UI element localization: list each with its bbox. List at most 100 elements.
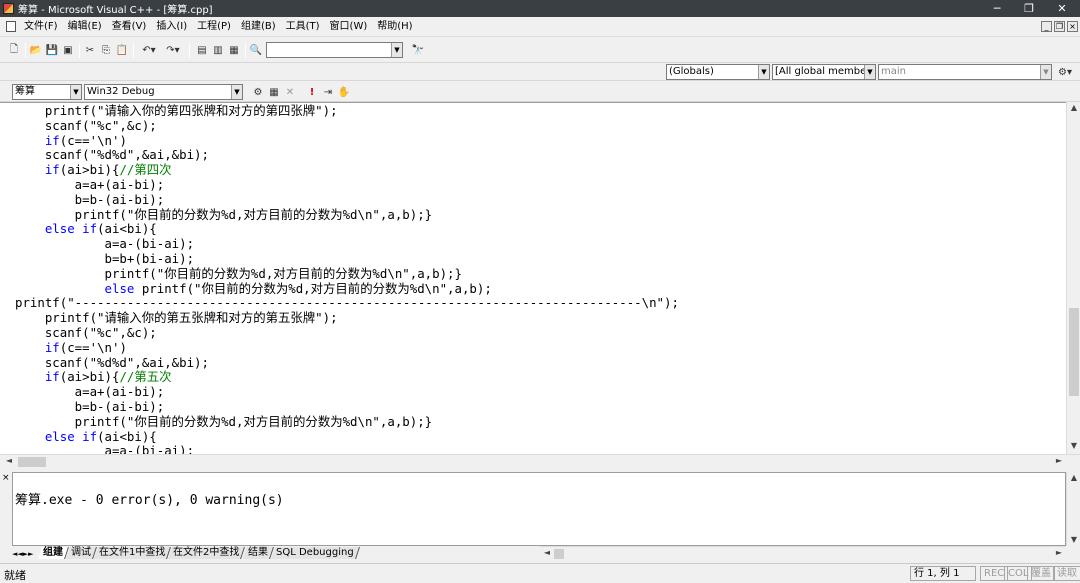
chevron-down-icon[interactable]: ▼ bbox=[1040, 65, 1051, 79]
code-text[interactable]: printf("请输入你的第四张牌和对方的第四张牌"); scanf("%c",… bbox=[15, 103, 679, 454]
save-icon[interactable]: 💾 bbox=[44, 42, 60, 58]
code-line[interactable]: printf("请输入你的第五张牌和对方的第五张牌"); bbox=[15, 310, 679, 326]
code-line[interactable]: if(ai>bi){//第四次 bbox=[15, 162, 679, 178]
code-line[interactable]: b=b-(ai-bi); bbox=[15, 192, 679, 208]
mdi-close-button[interactable]: × bbox=[1067, 21, 1078, 32]
code-line[interactable]: scanf("%d%d",&ai,&bi); bbox=[15, 355, 679, 371]
code-line[interactable]: if(c=='\n') bbox=[15, 340, 679, 356]
paste-icon[interactable]: 📋 bbox=[114, 42, 130, 58]
execute-icon[interactable]: ! bbox=[304, 84, 320, 100]
scroll-up-icon[interactable]: ▲ bbox=[1067, 472, 1080, 484]
menu-insert[interactable]: 插入(I) bbox=[151, 18, 192, 36]
code-line[interactable]: printf("--------------------------------… bbox=[15, 295, 679, 311]
wizard-action-icon[interactable]: ⚙▾ bbox=[1054, 64, 1076, 80]
menu-file[interactable]: 文件(F) bbox=[19, 18, 63, 36]
close-button[interactable]: ✕ bbox=[1047, 0, 1077, 17]
code-line[interactable]: else printf("你目前的分数为%d,对方目前的分数为%d\n",a,b… bbox=[15, 281, 679, 297]
undo-icon[interactable]: ↶▾ bbox=[138, 42, 160, 58]
find-icon[interactable]: 🔭 bbox=[410, 42, 426, 58]
chevron-down-icon[interactable]: ▼ bbox=[231, 85, 242, 99]
code-line[interactable]: scanf("%c",&c); bbox=[15, 325, 679, 341]
scroll-left-icon[interactable]: ◄ bbox=[2, 455, 16, 467]
code-line[interactable]: a=a-(bi-ai); bbox=[15, 236, 679, 252]
tab-build[interactable]: 组建 bbox=[38, 547, 69, 559]
scrollbar-thumb[interactable] bbox=[18, 457, 46, 467]
output-vertical-scrollbar[interactable]: ▲ ▼ bbox=[1066, 472, 1080, 546]
document-icon[interactable] bbox=[6, 21, 16, 32]
mdi-minimize-button[interactable]: _ bbox=[1041, 21, 1052, 32]
scrollbar-thumb[interactable] bbox=[1069, 308, 1079, 396]
cut-icon[interactable]: ✂ bbox=[82, 42, 98, 58]
scroll-right-icon[interactable]: ► bbox=[1052, 547, 1066, 559]
code-line[interactable]: printf("你目前的分数为%d,对方目前的分数为%d\n",a,b);} bbox=[15, 266, 679, 282]
tab-scroll-arrows[interactable]: ◄◄►► bbox=[12, 548, 40, 560]
scroll-down-icon[interactable]: ▼ bbox=[1067, 440, 1080, 452]
code-line[interactable]: printf("你目前的分数为%d,对方目前的分数为%d\n",a,b);} bbox=[15, 207, 679, 223]
chevron-down-icon[interactable]: ▼ bbox=[758, 65, 769, 79]
tab-results[interactable]: 结果 bbox=[242, 547, 274, 559]
code-line[interactable]: b=b+(bi-ai); bbox=[15, 251, 679, 267]
go-icon[interactable]: ⇥ bbox=[320, 84, 336, 100]
menu-build[interactable]: 组建(B) bbox=[236, 18, 281, 36]
open-folder-icon[interactable]: 📂 bbox=[28, 42, 44, 58]
scroll-up-icon[interactable]: ▲ bbox=[1067, 102, 1080, 114]
menu-help[interactable]: 帮助(H) bbox=[372, 18, 417, 36]
build-icon[interactable]: ▦ bbox=[266, 84, 282, 100]
menu-view[interactable]: 查看(V) bbox=[107, 18, 152, 36]
output-window[interactable]: 筹算.exe - 0 error(s), 0 warning(s) bbox=[12, 472, 1066, 546]
menu-edit[interactable]: 编辑(E) bbox=[63, 18, 107, 36]
code-line[interactable]: a=a+(ai-bi); bbox=[15, 177, 679, 193]
scrollbar-thumb[interactable] bbox=[554, 549, 564, 559]
chevron-down-icon[interactable]: ▼ bbox=[391, 43, 402, 57]
code-line[interactable]: printf("你目前的分数为%d,对方目前的分数为%d\n",a,b);} bbox=[15, 414, 679, 430]
new-file-icon[interactable]: 🗋 bbox=[6, 42, 22, 58]
project-combo[interactable]: 筹算 ▼ bbox=[12, 84, 82, 100]
code-line[interactable]: printf("请输入你的第四张牌和对方的第四张牌"); bbox=[15, 103, 679, 119]
output-horizontal-scrollbar[interactable]: ◄ ► bbox=[540, 546, 1066, 560]
close-icon[interactable]: × bbox=[2, 473, 10, 483]
chevron-down-icon[interactable]: ▼ bbox=[864, 65, 875, 79]
scroll-left-icon[interactable]: ◄ bbox=[540, 547, 554, 559]
maximize-button[interactable]: ❐ bbox=[1014, 0, 1044, 17]
members-combo[interactable]: [All global members ▼ bbox=[772, 64, 876, 80]
code-line[interactable]: b=b-(ai-bi); bbox=[15, 399, 679, 415]
code-line[interactable]: if(ai>bi){//第五次 bbox=[15, 369, 679, 385]
chevron-down-icon[interactable]: ▼ bbox=[70, 85, 81, 99]
redo-icon[interactable]: ↷▾ bbox=[162, 42, 184, 58]
tab-find-in-files-2[interactable]: 在文件2中查找 bbox=[168, 547, 246, 559]
editor-horizontal-scrollbar[interactable]: ◄ ► bbox=[0, 454, 1080, 468]
code-line[interactable]: if(c=='\n') bbox=[15, 133, 679, 149]
find-combo[interactable]: ▼ bbox=[266, 42, 403, 58]
code-line[interactable]: scanf("%c",&c); bbox=[15, 118, 679, 134]
tab-sql-debugging[interactable]: SQL Debugging bbox=[270, 547, 360, 559]
scroll-right-icon[interactable]: ► bbox=[1052, 455, 1066, 467]
function-combo[interactable]: main ▼ bbox=[878, 64, 1052, 80]
save-all-icon[interactable]: ▣ bbox=[60, 42, 76, 58]
code-line[interactable]: a=a+(ai-bi); bbox=[15, 384, 679, 400]
output-panel-gripper[interactable]: × bbox=[0, 472, 12, 560]
code-line[interactable]: a=a-(bi-ai); bbox=[15, 443, 679, 454]
output-window-icon[interactable]: ▥ bbox=[210, 42, 226, 58]
stop-build-icon[interactable]: ✕ bbox=[282, 84, 298, 100]
class-combo[interactable]: (Globals) ▼ bbox=[666, 64, 770, 80]
workspace-icon[interactable]: ▤ bbox=[194, 42, 210, 58]
code-line[interactable]: scanf("%d%d",&ai,&bi); bbox=[15, 147, 679, 163]
copy-icon[interactable]: ⎘ bbox=[98, 42, 114, 58]
menu-window[interactable]: 窗口(W) bbox=[325, 18, 373, 36]
minimize-button[interactable]: ─ bbox=[982, 0, 1012, 17]
breakpoint-icon[interactable]: ✋ bbox=[336, 84, 352, 100]
compile-icon[interactable]: ⚙ bbox=[250, 84, 266, 100]
editor-vertical-scrollbar[interactable]: ▲ ▼ bbox=[1066, 102, 1080, 454]
code-line[interactable]: else if(ai<bi){ bbox=[15, 221, 679, 237]
tab-debug[interactable]: 调试 bbox=[66, 547, 97, 559]
menu-project[interactable]: 工程(P) bbox=[192, 18, 236, 36]
find-in-files-icon[interactable]: 🔍 bbox=[248, 42, 264, 58]
scroll-down-icon[interactable]: ▼ bbox=[1067, 534, 1080, 546]
menu-tools[interactable]: 工具(T) bbox=[281, 18, 325, 36]
tab-find-in-files-1[interactable]: 在文件1中查找 bbox=[94, 547, 172, 559]
code-editor[interactable]: printf("请输入你的第四张牌和对方的第四张牌"); scanf("%c",… bbox=[0, 102, 1066, 454]
mdi-restore-button[interactable]: ❐ bbox=[1054, 21, 1065, 32]
config-combo[interactable]: Win32 Debug ▼ bbox=[84, 84, 243, 100]
code-line[interactable]: else if(ai<bi){ bbox=[15, 429, 679, 445]
window-list-icon[interactable]: ▦ bbox=[226, 42, 242, 58]
